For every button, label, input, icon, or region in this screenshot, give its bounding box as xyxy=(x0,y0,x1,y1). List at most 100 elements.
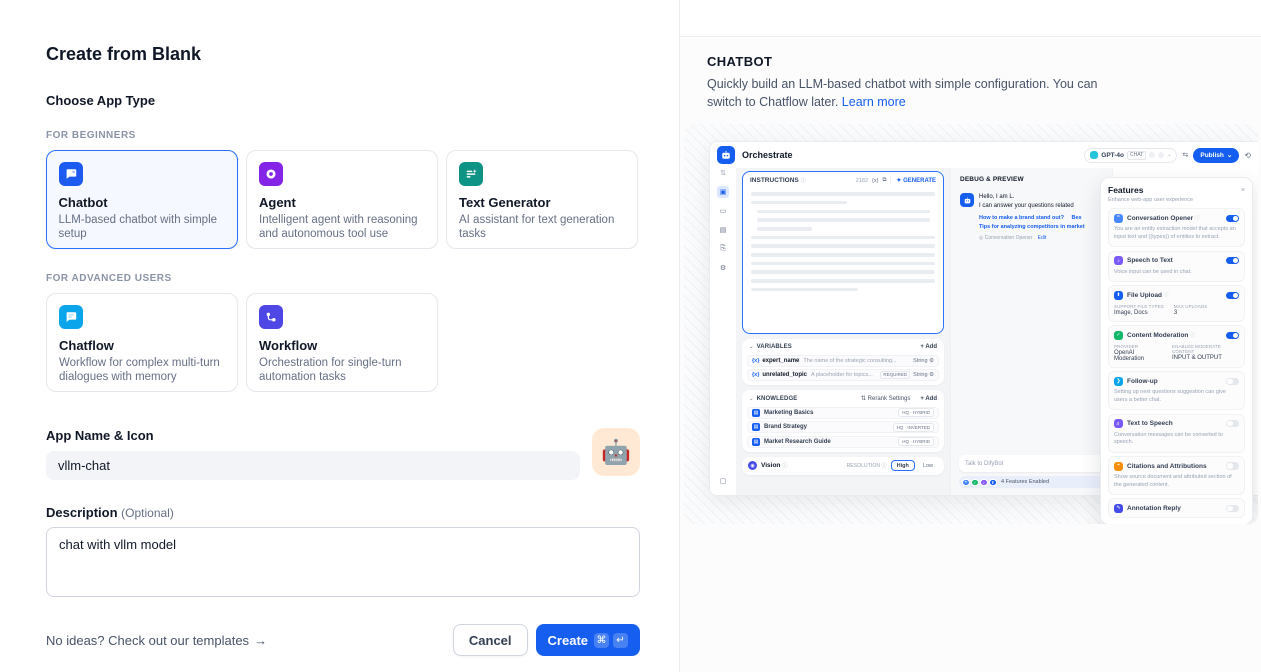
feature-text-to-speech: ♬ Text to Speech Conversation messages c… xyxy=(1108,414,1245,453)
preview-description: Quickly build an LLM-based chatbot with … xyxy=(707,75,1107,111)
beginner-cards: Chatbot LLM-based chatbot with simple se… xyxy=(46,150,640,249)
feature-speech-to-text: ♪ Speech to Text Voice input can be used… xyxy=(1108,251,1245,282)
conversation-opener-icon: ❞ xyxy=(1114,214,1123,223)
card-description: Orchestration for single-turn automation… xyxy=(259,356,425,384)
variables-panel: ⌄ VARIABLES + Add {x} expert_name The na… xyxy=(742,339,944,385)
app-type-card-agent[interactable]: Agent Intelligent agent with reasoning a… xyxy=(246,150,438,249)
resolution-label: RESOLUTION ⓘ xyxy=(847,462,887,469)
feature-annotation-reply: ✎ Annotation Reply xyxy=(1108,498,1245,518)
model-selector: GPT-4o CHAT ⌄ xyxy=(1084,148,1177,163)
card-description: Intelligent agent with reasoning and aut… xyxy=(259,213,425,241)
vision-icon: ◉ xyxy=(748,461,757,470)
create-button[interactable]: Create ⌘ ↵ xyxy=(536,624,640,656)
instructions-label: INSTRUCTIONS xyxy=(750,177,799,184)
chatbot-icon xyxy=(59,162,83,186)
chevron-down-icon: ⌄ xyxy=(1167,152,1171,158)
vision-bar: ◉ Vision ⓘ RESOLUTION ⓘ High Low xyxy=(742,457,944,475)
knowledge-row: ▤ Market Research Guide HQ · HYBRID xyxy=(747,436,939,448)
bot-avatar xyxy=(960,193,974,207)
document-icon: ▤ xyxy=(752,438,760,446)
history-icon: ⟲ xyxy=(1244,151,1251,160)
arrow-right-icon: → xyxy=(254,633,267,648)
resolution-low-option: Low xyxy=(918,461,938,470)
app-icon-picker[interactable]: 🤖 xyxy=(592,428,640,476)
toggle xyxy=(1226,332,1239,340)
rail-bottom-icon: ▢ xyxy=(717,475,729,487)
knowledge-row: ▤ Brand Strategy HQ · INVERTED xyxy=(747,421,939,433)
app-type-card-chatbot[interactable]: Chatbot LLM-based chatbot with simple se… xyxy=(46,150,238,249)
microphone-icon: ♪ xyxy=(1114,256,1123,265)
toggle xyxy=(1226,420,1239,428)
chevron-down-icon: ⌄ xyxy=(749,344,754,350)
app-name-label: App Name & Icon xyxy=(46,428,580,443)
toggle xyxy=(1226,215,1239,223)
model-mode-badge: CHAT xyxy=(1127,151,1146,160)
feature-follow-up: ❯ Follow-up Setting up next questions su… xyxy=(1108,371,1245,410)
info-icon: ⓘ xyxy=(1164,292,1169,298)
chat-input: Talk to DifyBot xyxy=(959,455,1104,472)
card-title: Chatflow xyxy=(59,338,225,353)
suggested-question: Tips for analyzing competitors in market xyxy=(979,224,1085,230)
bot-message: Hello, I am L. I can answer your questio… xyxy=(951,193,1112,241)
annotation-icon: ✎ xyxy=(1114,504,1123,513)
enter-key-icon: ↵ xyxy=(613,633,628,648)
index-mode-badge: HQ · HYBRID xyxy=(898,408,934,417)
toggle xyxy=(1226,292,1239,300)
instructions-skeleton-text xyxy=(743,187,943,301)
add-knowledge-button: + Add xyxy=(920,396,937,402)
feature-file-upload: ⬆ File Upload ⓘ SUPPORT FILE TYPESImage,… xyxy=(1108,285,1245,322)
modal-footer: No ideas? Check out our templates → Canc… xyxy=(46,624,640,656)
generate-button: ✦ GENERATE xyxy=(890,177,936,184)
preview-image-container: Orchestrate GPT-4o CHAT ⌄ ⇆ Publish ⌄ ⟲ xyxy=(684,124,1258,524)
create-app-modal: Create from Blank Choose App Type FOR BE… xyxy=(0,0,679,672)
file-upload-icon: ⬆ xyxy=(1114,291,1123,300)
card-description: LLM-based chatbot with simple setup xyxy=(59,213,226,241)
document-icon: ▤ xyxy=(752,423,760,431)
feature-conversation-opener: ❞ Conversation Opener ⓘ You are an entit… xyxy=(1108,208,1245,247)
optional-hint: (Optional) xyxy=(121,506,174,520)
chevron-down-icon: ⌄ xyxy=(749,396,754,402)
section-for-advanced-users: FOR ADVANCED USERS xyxy=(46,273,640,284)
features-panel: Features × Enhance web-app user experien… xyxy=(1100,177,1253,524)
features-enabled-bar: ❞ ✓ ♪ ⬆ 4 Features Enabled xyxy=(959,476,1104,488)
char-count: 2182 xyxy=(856,178,868,184)
feature-content-moderation: ✓ Content Moderation ⓘ PROVIDEROpenAI Mo… xyxy=(1108,325,1245,368)
learn-more-link[interactable]: Learn more xyxy=(842,95,906,109)
toggle xyxy=(1226,257,1239,265)
cancel-button[interactable]: Cancel xyxy=(453,624,528,656)
app-type-card-text-generator[interactable]: Text Generator AI assistant for text gen… xyxy=(446,150,638,249)
info-icon: ⓘ xyxy=(1195,215,1200,221)
app-name-row: App Name & Icon 🤖 xyxy=(46,428,640,480)
model-param-icon xyxy=(1149,152,1155,158)
preview-panel-top-strip xyxy=(680,0,1261,37)
suggested-question: How to make a brand stand out? Bes xyxy=(979,215,1085,221)
chevron-down-icon: ⌄ xyxy=(1227,151,1232,159)
feature-badge-icon: ⬆ xyxy=(989,479,997,487)
card-title: Chatbot xyxy=(59,195,226,210)
app-type-card-workflow[interactable]: Workflow Orchestration for single-turn a… xyxy=(246,293,438,392)
toggle xyxy=(1226,378,1239,386)
description-textarea[interactable]: chat with vllm model xyxy=(46,527,640,597)
bot-app-icon xyxy=(717,146,735,164)
citation-icon: ❝ xyxy=(1114,462,1123,471)
agent-icon xyxy=(259,162,283,186)
resolution-high-option: High xyxy=(891,460,915,471)
app-type-card-chatflow[interactable]: Chatflow Workflow for complex multi-turn… xyxy=(46,293,238,392)
debug-preview-column: DEBUG & PREVIEW Hello, I am L. I can ans… xyxy=(950,168,1112,495)
variables-icon: {x} xyxy=(872,178,878,184)
chatflow-icon xyxy=(59,305,83,329)
greeting-line: Hello, I am L. xyxy=(979,193,1085,202)
card-title: Agent xyxy=(259,195,425,210)
required-badge: REQUIRED xyxy=(880,371,910,379)
toggle xyxy=(1226,462,1239,470)
page-title: Create from Blank xyxy=(46,44,640,65)
feature-badge-icon: ❞ xyxy=(962,479,970,487)
rail-icon: ▤ xyxy=(717,224,729,236)
variable-row: {x} unrelated_topic A placeholder for to… xyxy=(747,369,939,381)
index-mode-badge: HQ · INVERTED xyxy=(893,423,934,432)
choose-app-type-label: Choose App Type xyxy=(46,93,640,108)
tune-icon: ⇆ xyxy=(1182,151,1188,159)
card-description: AI assistant for text generation tasks xyxy=(459,213,625,241)
app-name-input[interactable] xyxy=(46,451,580,480)
templates-link[interactable]: No ideas? Check out our templates → xyxy=(46,633,267,648)
